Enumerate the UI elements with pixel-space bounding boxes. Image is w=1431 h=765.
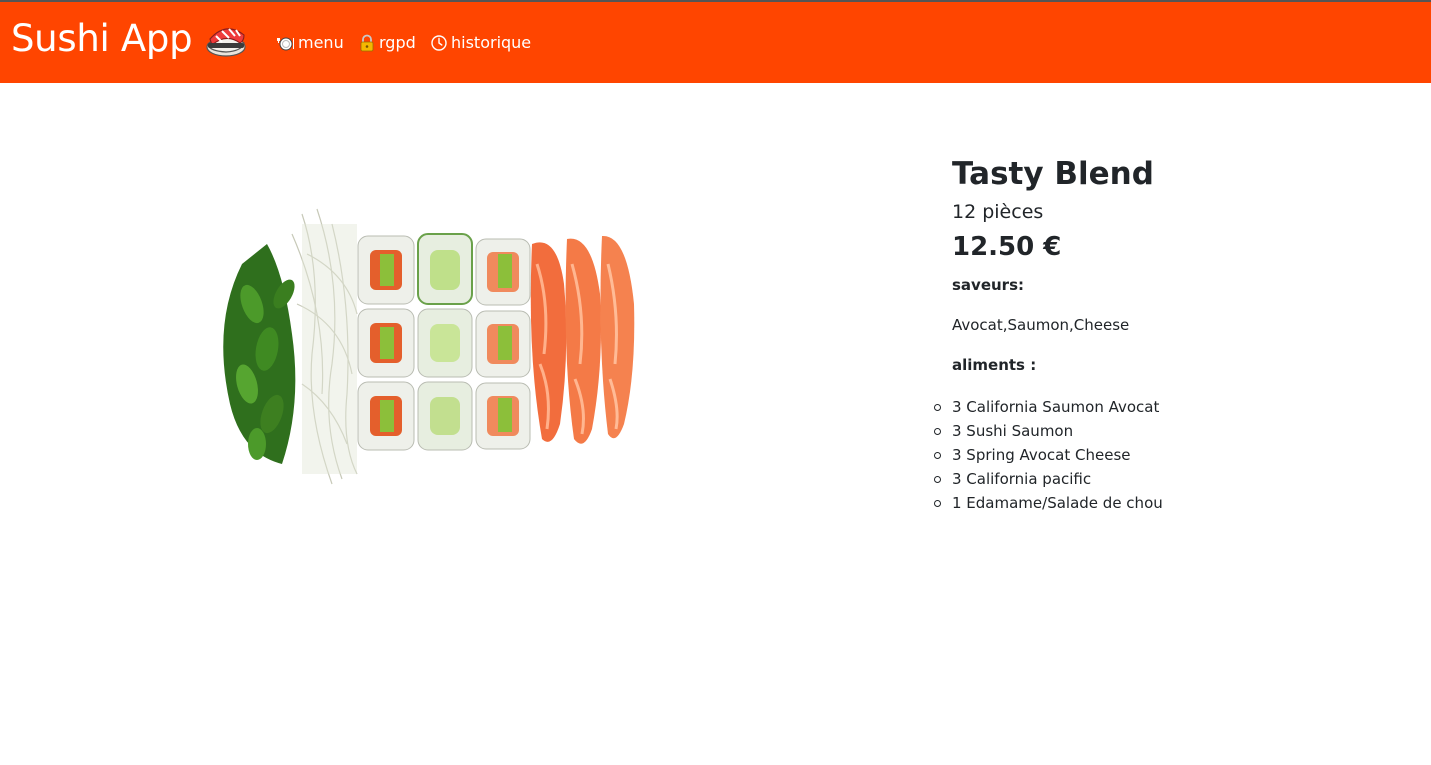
edamame-illustration — [223, 244, 296, 464]
flavors-value: Avocat,Saumon,Cheese — [952, 316, 1130, 334]
brand-name: Sushi App — [11, 17, 193, 60]
product-name: Tasty Blend — [952, 156, 1154, 192]
ingredient-item: 3 California Saumon Avocat — [934, 395, 1332, 419]
nav-link-rgpd-label: rgpd — [379, 33, 416, 52]
ingredient-item: 3 Sushi Saumon — [934, 419, 1332, 443]
ingredient-item: 1 Edamame/Salade de chou — [934, 491, 1332, 515]
nav-link-menu-label: menu — [298, 33, 344, 52]
brand-link[interactable]: Sushi App — [11, 16, 248, 62]
clock-icon — [430, 34, 448, 52]
nav-link-rgpd[interactable]: rgpd — [358, 32, 416, 54]
sushi-platter-image — [172, 154, 742, 528]
ingredients-label: aliments : — [952, 356, 1037, 374]
plate-icon — [277, 34, 295, 52]
nav-link-historique[interactable]: historique — [430, 32, 531, 54]
sushi-icon — [204, 17, 248, 61]
product-price: 12.50 € — [952, 232, 1062, 262]
top-navbar: Sushi App menu rgpd historique — [0, 0, 1431, 83]
maki-rolls-illustration — [357, 233, 531, 451]
ingredients-list: 3 California Saumon Avocat 3 Sushi Saumo… — [934, 395, 1332, 515]
product-details: Tasty Blend 12 pièces 12.50 € saveurs: A… — [934, 155, 1332, 515]
salmon-nigiri-illustration — [530, 235, 635, 444]
ingredient-item: 3 Spring Avocat Cheese — [934, 443, 1332, 467]
nav-link-historique-label: historique — [451, 33, 532, 52]
flavors-label: saveurs: — [952, 276, 1025, 294]
product-pieces: 12 pièces — [952, 201, 1044, 223]
lock-icon — [358, 34, 376, 52]
ingredient-item: 3 California pacific — [934, 467, 1332, 491]
nav-link-menu[interactable]: menu — [277, 32, 344, 54]
